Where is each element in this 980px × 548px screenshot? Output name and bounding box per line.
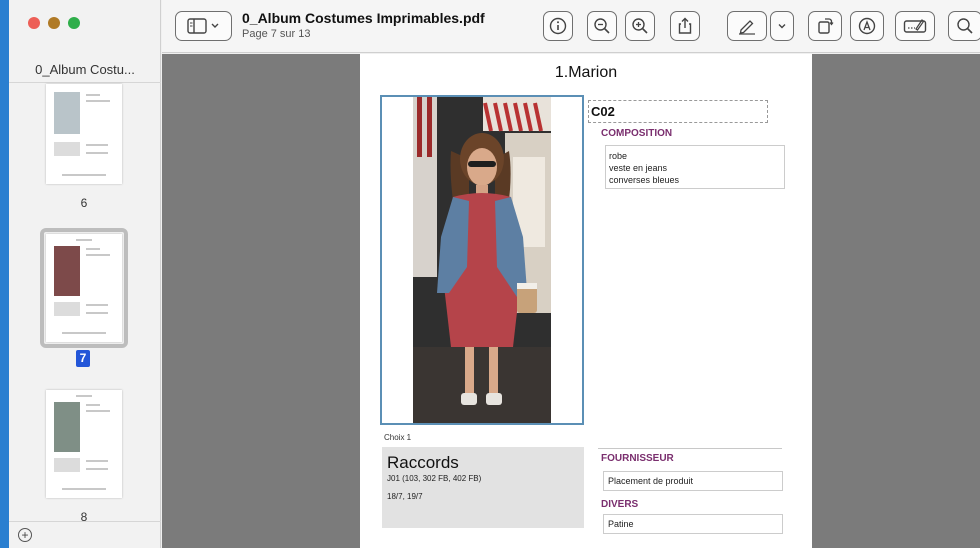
thumbnail-text-line (86, 152, 108, 154)
thumbnail-text-line (86, 254, 110, 256)
toolbar: 0_Album Costumes Imprimables.pdf Page 7 … (162, 0, 980, 53)
info-icon (549, 17, 567, 35)
add-page-button[interactable]: + (18, 528, 32, 542)
thumbnail-block (54, 458, 80, 472)
thumbnail-text-line (62, 488, 106, 490)
page-number-7-selected: 7 (76, 350, 90, 367)
composition-box: robe veste en jeans converses bleues (605, 145, 785, 189)
share-button[interactable] (670, 11, 700, 41)
divers-field: Patine (603, 514, 783, 534)
page-number-6: 6 (80, 196, 88, 210)
page-thumbnail-7[interactable] (46, 234, 122, 342)
page-indicator: Page 7 sur 13 (242, 28, 311, 40)
search-icon (957, 18, 973, 34)
fournisseur-field: Placement de produit (603, 471, 783, 491)
thumbnail-text-line (86, 100, 110, 102)
divers-label: DIVERS (601, 499, 639, 510)
sidebar-toggle-button[interactable] (175, 11, 232, 41)
minimize-window-button[interactable] (48, 17, 60, 29)
costume-photo-frame (380, 95, 584, 425)
thumbnail-text-line (86, 468, 108, 470)
thumbnail-text-line (86, 404, 100, 406)
pen-icon (739, 20, 755, 35)
zoom-out-button[interactable] (587, 11, 617, 41)
raccords-title: Raccords (387, 453, 459, 472)
form-fill-icon (903, 19, 927, 33)
markup-menu-button[interactable] (770, 11, 794, 41)
thumbnail-text-line (86, 94, 100, 96)
woman-in-red-dress-photo (413, 97, 551, 423)
chevron-down-icon (778, 24, 786, 29)
zoom-window-button[interactable] (68, 17, 80, 29)
rotate-button[interactable] (808, 11, 842, 41)
thumbnail-text-line (86, 312, 108, 314)
desktop-edge (0, 0, 9, 548)
thumbnail-sidebar: 0_Album Costu... 6 7 8 + (9, 0, 161, 548)
sidebar-document-title: 0_Album Costu... (35, 62, 135, 77)
form-fill-button[interactable] (895, 11, 935, 41)
raccords-dates: 18/7, 19/7 (387, 492, 423, 501)
choice-label: Choix 1 (384, 433, 412, 442)
fournisseur-label: FOURNISSEUR (601, 453, 674, 464)
page-thumbnail-6[interactable] (46, 84, 122, 184)
thumbnail-text-line (86, 144, 108, 146)
highlight-button[interactable] (850, 11, 884, 41)
composition-item: converses bleues (609, 175, 680, 185)
thumbnail-text-line (62, 332, 106, 334)
zoom-in-icon (632, 18, 648, 34)
markup-pen-button[interactable] (727, 11, 767, 41)
sidebar-divider (9, 82, 161, 83)
composition-item: veste en jeans (609, 163, 668, 173)
thumbnail-text-line (76, 239, 92, 241)
sidebar-icon (186, 18, 218, 34)
thumbnail-block (54, 302, 80, 316)
thumbnail-photo (54, 92, 80, 134)
document-canvas[interactable]: 1.Marion C02 COMPOSITION robe veste en j… (162, 54, 980, 548)
thumbnail-text-line (86, 460, 108, 462)
costume-photo (413, 97, 551, 423)
zoom-in-button[interactable] (625, 11, 655, 41)
thumbnail-block (54, 142, 80, 156)
thumbnail-text-line (62, 174, 106, 176)
pdf-page: 1.Marion C02 COMPOSITION robe veste en j… (360, 54, 812, 548)
composition-item: robe (609, 151, 628, 161)
search-button[interactable] (948, 11, 980, 41)
raccords-scenes: J01 (103, 302 FB, 402 FB) (387, 474, 482, 483)
raccords-box: Raccords J01 (103, 302 FB, 402 FB) 18/7,… (382, 447, 584, 528)
thumbnail-photo (54, 246, 80, 296)
section-divider (598, 448, 782, 449)
highlight-icon (858, 17, 876, 35)
document-title: 0_Album Costumes Imprimables.pdf (242, 10, 485, 26)
rotate-icon (818, 18, 834, 34)
costume-code: C02 (588, 100, 768, 123)
thumbnail-text-line (86, 248, 100, 250)
share-icon (678, 17, 692, 34)
window-controls (28, 17, 80, 29)
thumbnail-text-line (86, 304, 108, 306)
preview-window: 0_Album Costu... 6 7 8 + 0_Album Costume… (9, 0, 980, 548)
page-thumbnail-8[interactable] (46, 390, 122, 498)
page-heading: 1.Marion (554, 64, 618, 81)
thumbnail-text-line (76, 395, 92, 397)
zoom-out-icon (594, 18, 610, 34)
close-window-button[interactable] (28, 17, 40, 29)
thumbnail-text-line (86, 410, 110, 412)
info-button[interactable] (543, 11, 573, 41)
thumbnail-photo (54, 402, 80, 452)
sidebar-footer-divider (9, 521, 161, 522)
composition-label: COMPOSITION (601, 128, 673, 139)
